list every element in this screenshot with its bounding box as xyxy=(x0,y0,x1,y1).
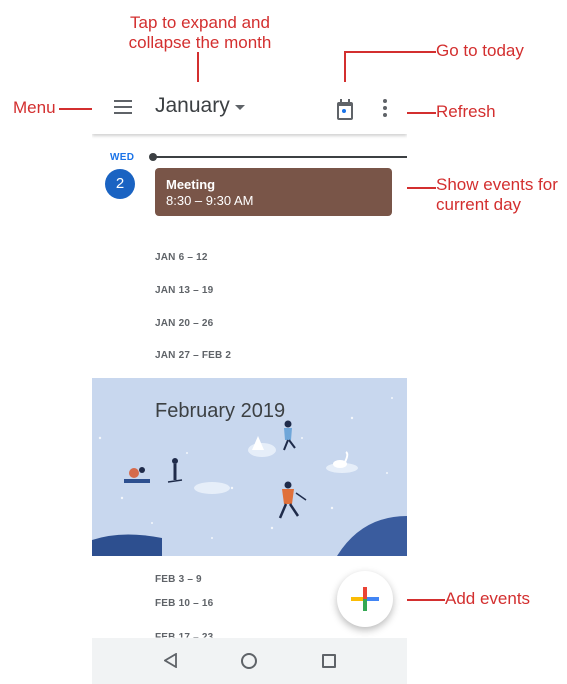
event-time: 8:30 – 9:30 AM xyxy=(166,193,254,208)
annotation-go-to-today: Go to today xyxy=(436,41,524,60)
event-title: Meeting xyxy=(166,177,216,192)
annotation-add-events: Add events xyxy=(445,589,531,608)
calendar-today-icon[interactable] xyxy=(337,99,353,120)
event-card-meeting[interactable]: Meeting 8:30 – 9:30 AM xyxy=(155,168,392,216)
back-triangle-icon[interactable] xyxy=(164,653,178,668)
add-event-button[interactable] xyxy=(337,571,393,627)
more-vert-icon[interactable] xyxy=(383,99,387,117)
recents-square-icon[interactable] xyxy=(322,654,336,668)
current-time-line xyxy=(154,156,407,158)
february-banner: February 2019 xyxy=(92,378,407,556)
annotation-menu: Menu xyxy=(13,98,56,117)
hamburger-menu-icon[interactable] xyxy=(114,100,132,114)
today-day-name: WED xyxy=(110,152,135,163)
month-selector[interactable]: January xyxy=(155,94,230,118)
week-row[interactable]: JAN 13 – 19 xyxy=(155,285,213,296)
annotation-tap-expand: Tap to expand and collapse the month xyxy=(110,13,290,53)
annotation-show-events-line1: Show events for xyxy=(436,175,558,194)
annotation-go-to-today-hline xyxy=(344,51,436,53)
annotation-refresh: Refresh xyxy=(436,102,496,121)
today-day-number[interactable]: 2 xyxy=(105,169,135,199)
add-plus-icon xyxy=(351,587,379,611)
week-row[interactable]: JAN 27 – FEB 2 xyxy=(155,350,231,361)
annotation-tap-expand-line1: Tap to expand and xyxy=(130,13,270,32)
home-circle-icon[interactable] xyxy=(241,653,257,669)
february-banner-title: February 2019 xyxy=(155,400,286,422)
calendar-screen: January WED 2 Meeting 8:30 – 9:30 AM JAN… xyxy=(92,82,407,684)
annotation-tap-expand-line2: collapse the month xyxy=(128,33,272,52)
app-bar: January xyxy=(92,82,407,134)
week-row[interactable]: FEB 3 – 9 xyxy=(155,574,202,585)
chevron-down-icon[interactable] xyxy=(235,105,245,110)
annotation-show-events: Show events for current day xyxy=(436,175,558,215)
annotation-show-events-line2: current day xyxy=(436,195,522,214)
system-nav-bar xyxy=(92,638,407,684)
week-row[interactable]: JAN 20 – 26 xyxy=(155,318,213,329)
week-row[interactable]: FEB 10 – 16 xyxy=(155,598,213,609)
week-row[interactable]: JAN 6 – 12 xyxy=(155,252,208,263)
